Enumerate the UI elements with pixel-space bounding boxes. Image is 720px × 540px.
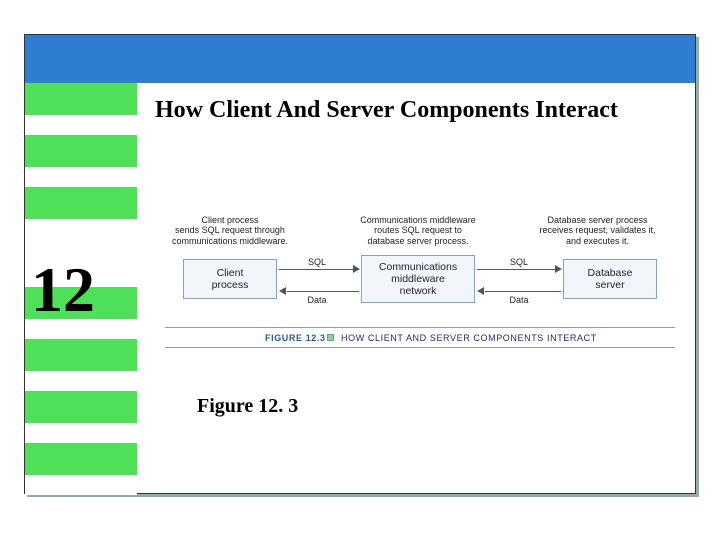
figure-rule xyxy=(165,327,675,328)
interaction-diagram: Client processsends SQL request throughc… xyxy=(165,215,675,350)
col-header: Communications middlewareroutes SQL requ… xyxy=(333,215,503,246)
stripe-decor xyxy=(25,391,137,423)
arrow-line xyxy=(477,269,555,270)
stripe-decor xyxy=(25,339,137,371)
figure-caption: Figure 12. 3 xyxy=(197,395,298,418)
slide-title: How Client And Server Components Interac… xyxy=(155,97,618,124)
box-middleware: Communicationsmiddlewarenetwork xyxy=(361,255,475,303)
chapter-number: 12 xyxy=(31,253,95,327)
stripe-decor xyxy=(25,443,137,475)
stripe-decor xyxy=(25,187,137,219)
box-dbserver: Databaseserver xyxy=(563,259,657,299)
arrow-line xyxy=(287,291,359,292)
arrow-left-icon xyxy=(279,287,286,295)
stripe-decor xyxy=(25,135,137,167)
arrow-label: SQL xyxy=(499,257,539,267)
arrow-label: Data xyxy=(297,295,337,305)
figure-ref: FIGURE 12.3 xyxy=(265,333,326,343)
box-client: Clientprocess xyxy=(183,259,277,299)
header-bar xyxy=(25,35,695,83)
stripe-decor xyxy=(25,83,137,115)
arrow-right-icon xyxy=(353,265,360,273)
figure-rule xyxy=(165,347,675,348)
arrow-right-icon xyxy=(555,265,562,273)
col-header: Database server processreceives request,… xyxy=(515,215,680,246)
arrow-left-icon xyxy=(477,287,484,295)
arrow-label: Data xyxy=(499,295,539,305)
figure-bullet-icon xyxy=(327,334,334,341)
col-header: Client processsends SQL request throughc… xyxy=(155,215,305,246)
figure-inner-title: How Client and Server Components Interac… xyxy=(341,333,597,343)
slide-frame: 12 How Client And Server Components Inte… xyxy=(24,34,696,494)
side-column: 12 xyxy=(25,83,137,495)
arrow-label: SQL xyxy=(297,257,337,267)
arrow-line xyxy=(279,269,353,270)
arrow-line xyxy=(485,291,561,292)
